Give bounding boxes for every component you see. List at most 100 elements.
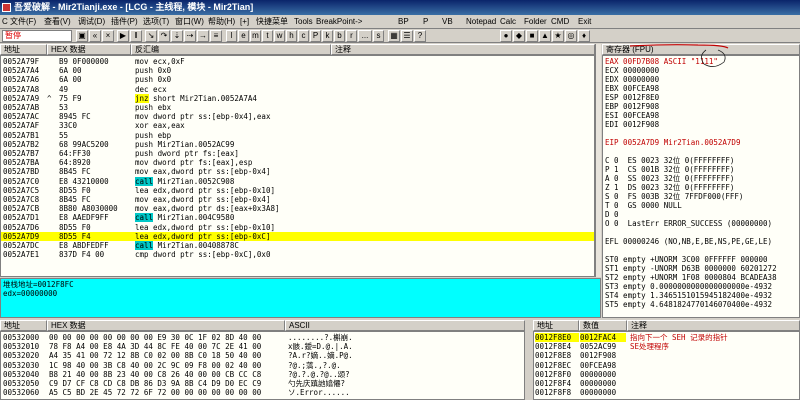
trace-into-icon[interactable]: ⇣ <box>171 30 183 42</box>
disasm-row[interactable]: 0052A7D1 E8 AAEDF9FF call Mir2Tian.004C958… <box>1 213 594 223</box>
register-line[interactable]: EBP 0012F908 <box>605 102 659 111</box>
tool-w[interactable]: w <box>274 30 285 42</box>
tool-p[interactable]: P <box>310 30 321 42</box>
tool-m[interactable]: m <box>250 30 261 42</box>
register-line[interactable]: P 1 CS 001B 32位 0(FFFFFFFF) <box>605 165 734 174</box>
stack-row[interactable]: 0012F8E0 0012FAC4 指向下一个 SEH 记录的指针 <box>534 333 799 343</box>
disasm-row[interactable]: 0052A7A9 ^ 75 F9 jnz short Mir2Tian.0052A7A… <box>1 93 594 103</box>
step-into-icon[interactable]: ↘ <box>145 30 157 42</box>
disasm-row[interactable]: 0052A7C0 E8 43210000 call Mir2Tian.0052C90… <box>1 176 594 186</box>
stack-header-comment[interactable]: 注释 <box>627 320 800 331</box>
stack-row[interactable]: 0012F8F8 00000000 <box>534 388 799 397</box>
cpu-header-hex[interactable]: HEX 数据 <box>47 44 131 55</box>
register-line[interactable]: ESP 0012F8E0 <box>605 93 659 102</box>
help-icon[interactable]: ? <box>414 30 426 42</box>
menu-plugins[interactable]: 插件(P) <box>111 15 138 29</box>
close-icon[interactable]: × <box>102 30 114 42</box>
menu-folder[interactable]: Folder <box>524 15 547 29</box>
menu-window[interactable]: 窗口(W) <box>175 15 204 29</box>
menu-cmd[interactable]: CMD <box>551 15 569 29</box>
tool-b[interactable]: b <box>334 30 345 42</box>
disasm-row[interactable]: 0052A7AC 8945 FC mov dword ptr ss:[ebp-0x4… <box>1 112 594 121</box>
menu-plus[interactable]: [+] <box>240 15 249 29</box>
stack-row[interactable]: 0012F8EC 00FCEA98 <box>534 361 799 370</box>
tool-k[interactable]: k <box>322 30 333 42</box>
register-line[interactable]: EDX 00000000 <box>605 75 659 84</box>
plugin-icon-6[interactable]: ◎ <box>565 30 577 42</box>
register-line[interactable]: Z 1 DS 0023 32位 0(FFFFFFFF) <box>605 183 734 192</box>
disasm-row[interactable]: 0052A7DC E8 ABDFEDFF call Mir2Tian.0040887… <box>1 241 594 250</box>
disasm-row[interactable]: 0052A7B7 64:FF30 push dword ptr fs:[eax] <box>1 149 594 158</box>
open-icon[interactable]: ▣ <box>76 30 88 42</box>
menu-bp[interactable]: BP <box>398 15 409 29</box>
register-line[interactable]: S 0 FS 003B 32位 7FFDF000(FFF) <box>605 192 743 201</box>
dump-row[interactable]: 00532030 1C 98 40 00 3B C8 40 00 2C 9C 09… <box>1 361 524 370</box>
menu-tools[interactable]: Tools <box>294 15 313 29</box>
menu-file[interactable]: C 文件(F) <box>2 15 36 29</box>
disasm-row[interactable]: 0052A7BD 8B45 FC mov eax,dword ptr ss:[ebp… <box>1 167 594 176</box>
register-line[interactable]: ST2 empty +UNORM 1F08 0000804 BCADEA38 <box>605 273 777 282</box>
menu-options[interactable]: 选项(T) <box>143 15 169 29</box>
menu-calc[interactable]: Calc <box>500 15 516 29</box>
dump-row[interactable]: 00532010 78 F8 A4 00 E8 4A 3D 44 8C FE 40… <box>1 342 524 351</box>
menu-quick[interactable]: 快捷菜单 <box>256 15 288 29</box>
disasm-row[interactable]: 0052A7C5 8D55 F0 lea edx,dword ptr ss:[ebp… <box>1 186 594 195</box>
tool-l[interactable]: l <box>226 30 237 42</box>
disasm-row[interactable]: 0052A79F B9 0F000000 mov ecx,0xF <box>1 57 594 66</box>
plugin-icon-3[interactable]: ■ <box>526 30 538 42</box>
run-to-return-icon[interactable]: → <box>197 30 209 42</box>
disasm-row[interactable]: 0052A7A4 6A 00 push 0x0 <box>1 66 594 75</box>
tool-s[interactable]: s <box>373 30 384 42</box>
disasm-row[interactable]: 0052A7B2 68 99AC5200 push Mir2Tian.0052AC9… <box>1 140 594 149</box>
disasm-row[interactable]: 0052A7E1 837D F4 00 cmp dword ptr ss:[ebp-… <box>1 250 594 259</box>
register-line[interactable]: EDI 0012F908 <box>605 120 659 129</box>
stack-header-value[interactable]: 数值 <box>579 320 627 331</box>
disasm-row[interactable]: 0052A7A8 49 dec ecx <box>1 85 594 94</box>
disassembly-pane[interactable]: 0052A79F B9 0F000000 mov ecx,0xF 0052A7A4 6A… <box>0 55 595 277</box>
plugin-icon-1[interactable]: ● <box>500 30 512 42</box>
run-icon[interactable]: ▶ <box>117 30 129 42</box>
register-line[interactable]: D 0 <box>605 210 619 219</box>
register-line[interactable]: EBX 00FCEA98 <box>605 84 659 93</box>
register-line[interactable]: EIP 0052A7D9 Mir2Tian.0052A7D9 <box>605 138 740 147</box>
disasm-row[interactable]: 0052A7C8 8B45 FC mov eax,dword ptr ss:[ebp… <box>1 195 594 204</box>
cpu-header-addr[interactable]: 地址 <box>0 44 47 55</box>
dump-row[interactable]: 00532020 A4 35 41 00 72 12 8B C0 02 00 8B… <box>1 351 524 360</box>
plugin-icon-7[interactable]: ♦ <box>578 30 590 42</box>
plugin-icon-2[interactable]: ◆ <box>513 30 525 42</box>
menu-exit[interactable]: Exit <box>578 15 591 29</box>
dump-row[interactable]: 00532000 00 00 00 00 00 00 00 00 E9 30 0C… <box>1 333 524 342</box>
tool-h[interactable]: h <box>286 30 297 42</box>
disasm-row[interactable]: 0052A7BA 64:8920 mov dword ptr fs:[eax],es… <box>1 158 594 167</box>
stack-row[interactable]: 0012F8E8 0012F908 <box>534 351 799 360</box>
list-icon[interactable]: ☰ <box>401 30 413 42</box>
plugin-icon-4[interactable]: ▲ <box>539 30 551 42</box>
disasm-row[interactable]: 0052A7A6 6A 00 push 0x0 <box>1 75 594 84</box>
disasm-row[interactable]: 0052A7D6 8D55 F0 lea edx,dword ptr ss:[ebp… <box>1 223 594 232</box>
dump-pane[interactable]: 00532000 00 00 00 00 00 00 00 00 E9 30 0C… <box>0 331 525 400</box>
tool-dots[interactable]: ... <box>358 30 372 42</box>
restart-icon[interactable]: « <box>89 30 101 42</box>
register-line[interactable]: ST5 empty 4.6481824770146070400e-4932 <box>605 300 772 309</box>
register-line[interactable]: EFL 00000246 (NO,NB,E,BE,NS,PE,GE,LE) <box>605 237 772 246</box>
stack-row[interactable]: 0012F8E4 0052AC99 SE处理程序 <box>534 342 799 351</box>
register-line[interactable]: T 0 GS 0000 NULL <box>605 201 682 210</box>
stack-row[interactable]: 0012F8F4 00000000 <box>534 379 799 388</box>
dump-row[interactable]: 00532040 B8 21 40 00 8B 23 40 00 C8 26 40… <box>1 370 524 379</box>
register-line[interactable]: C 0 ES 0023 32位 0(FFFFFFFF) <box>605 156 734 165</box>
disasm-row[interactable]: 0052A7B1 55 push ebp <box>1 131 594 140</box>
register-line[interactable]: ST0 empty +UNORM 3C00 0FFFFFF 000000 <box>605 255 768 264</box>
register-line[interactable]: O 0 LastErr ERROR_SUCCESS (00000000) <box>605 219 772 228</box>
disasm-row[interactable]: 0052A7CB 8B80 A8030000 mov eax,dword ptr d… <box>1 204 594 213</box>
step-over-icon[interactable]: ↷ <box>158 30 170 42</box>
disasm-row[interactable]: 0052A7AB 53 push ebx <box>1 103 594 112</box>
menu-p[interactable]: P <box>423 15 428 29</box>
cpu-header-comment[interactable]: 注释 <box>331 44 595 55</box>
disassembly-scrollbar[interactable] <box>595 44 601 277</box>
disasm-row[interactable]: 0052A7D9 8D55 F4 lea edx,dword ptr ss:[ebp… <box>1 231 594 241</box>
pause-icon[interactable]: ‖ <box>130 30 142 42</box>
tool-c[interactable]: c <box>298 30 309 42</box>
dump-header-hex[interactable]: HEX 数据 <box>47 320 285 331</box>
dump-header-ascii[interactable]: ASCII <box>285 320 525 331</box>
tool-e[interactable]: e <box>238 30 249 42</box>
